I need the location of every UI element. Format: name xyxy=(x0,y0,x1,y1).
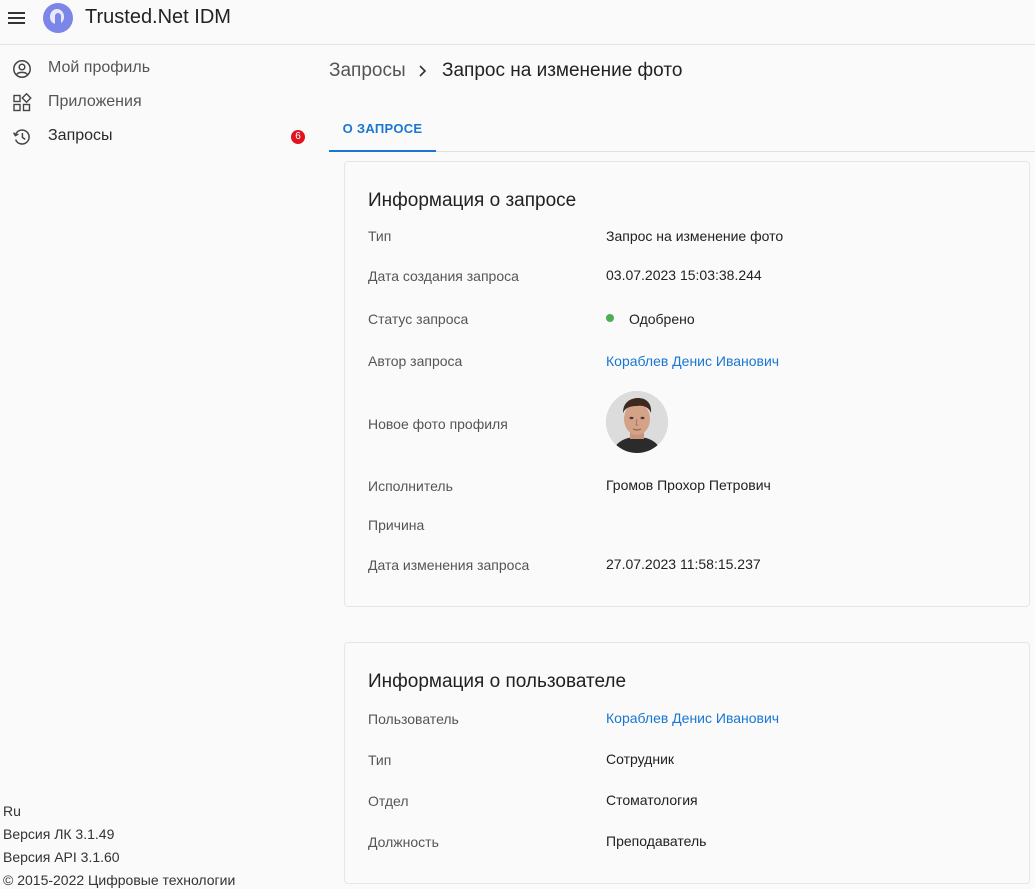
version-lk: Версия ЛК 3.1.49 xyxy=(3,826,115,842)
sidebar-item-label: Мой профиль xyxy=(48,59,151,76)
field-label-position: Должность xyxy=(368,834,439,850)
version-api: Версия API 3.1.60 xyxy=(3,849,120,865)
copyright: © 2015-2022 Цифровые технологии xyxy=(3,872,236,888)
tab-bar: О ЗАПРОСЕ xyxy=(329,108,1035,152)
language-selector[interactable]: Ru xyxy=(3,803,21,819)
card-title: Информация о пользователе xyxy=(368,671,627,692)
field-value-user-type: Сотрудник xyxy=(606,751,675,767)
top-app-bar: Trusted.Net IDM xyxy=(0,0,1035,45)
field-label-status: Статус запроса xyxy=(368,311,469,327)
field-label-author: Автор запроса xyxy=(368,353,463,369)
menu-icon[interactable] xyxy=(6,8,28,28)
new-profile-photo-avatar[interactable] xyxy=(606,391,668,453)
tab-about-request[interactable]: О ЗАПРОСЕ xyxy=(329,108,436,152)
card-title: Информация о запросе xyxy=(368,190,577,211)
breadcrumb-requests-link[interactable]: Запросы xyxy=(329,60,406,81)
breadcrumb: Запросы Запрос на изменение фото xyxy=(329,60,682,82)
page-title: Запрос на изменение фото xyxy=(442,60,683,81)
sidebar-item-requests[interactable]: Запросы 6 xyxy=(0,119,312,153)
status-badge: Одобрено xyxy=(629,311,695,327)
person-photo-icon xyxy=(606,391,668,453)
sidebar-item-label: Приложения xyxy=(48,93,142,110)
history-icon xyxy=(12,129,30,145)
field-label-modified: Дата изменения запроса xyxy=(368,557,530,573)
app-title: Trusted.Net IDM xyxy=(85,6,231,28)
sidebar-item-profile[interactable]: Мой профиль xyxy=(0,51,312,85)
field-value-position: Преподаватель xyxy=(606,833,707,849)
field-label-new-photo: Новое фото профиля xyxy=(368,416,508,432)
field-value-department: Стоматология xyxy=(606,792,698,808)
account-circle-icon xyxy=(13,60,31,78)
field-label-user-type: Тип xyxy=(368,752,392,768)
field-value-created: 03.07.2023 15:03:38.244 xyxy=(606,267,762,283)
sidebar-item-label: Запросы xyxy=(48,127,113,144)
requests-count-badge: 6 xyxy=(291,130,305,144)
field-value-modified: 27.07.2023 11:58:15.237 xyxy=(606,556,761,572)
user-link[interactable]: Кораблев Денис Иванович xyxy=(606,710,779,726)
status-dot-icon xyxy=(606,314,614,322)
sidebar-item-applications[interactable]: Приложения xyxy=(0,85,312,119)
chevron-right-icon xyxy=(419,65,427,77)
field-label-executor: Исполнитель xyxy=(368,478,453,494)
field-label-type: Тип xyxy=(368,228,392,244)
field-value-executor: Громов Прохор Петрович xyxy=(606,477,771,493)
field-label-user: Пользователь xyxy=(368,711,459,727)
field-label-department: Отдел xyxy=(368,793,409,809)
field-label-created: Дата создания запроса xyxy=(368,268,519,284)
apps-grid-icon xyxy=(13,93,32,112)
author-link[interactable]: Кораблев Денис Иванович xyxy=(606,353,779,369)
sidebar: Мой профиль Приложения Запросы 6 Ru Верс… xyxy=(0,45,312,889)
app-logo xyxy=(43,3,73,33)
request-info-card: Информация о запросе Тип Запрос на измен… xyxy=(344,161,1030,607)
user-info-card: Информация о пользователе Пользователь К… xyxy=(344,642,1030,884)
field-label-reason: Причина xyxy=(368,517,425,533)
field-value-type: Запрос на изменение фото xyxy=(606,228,784,244)
